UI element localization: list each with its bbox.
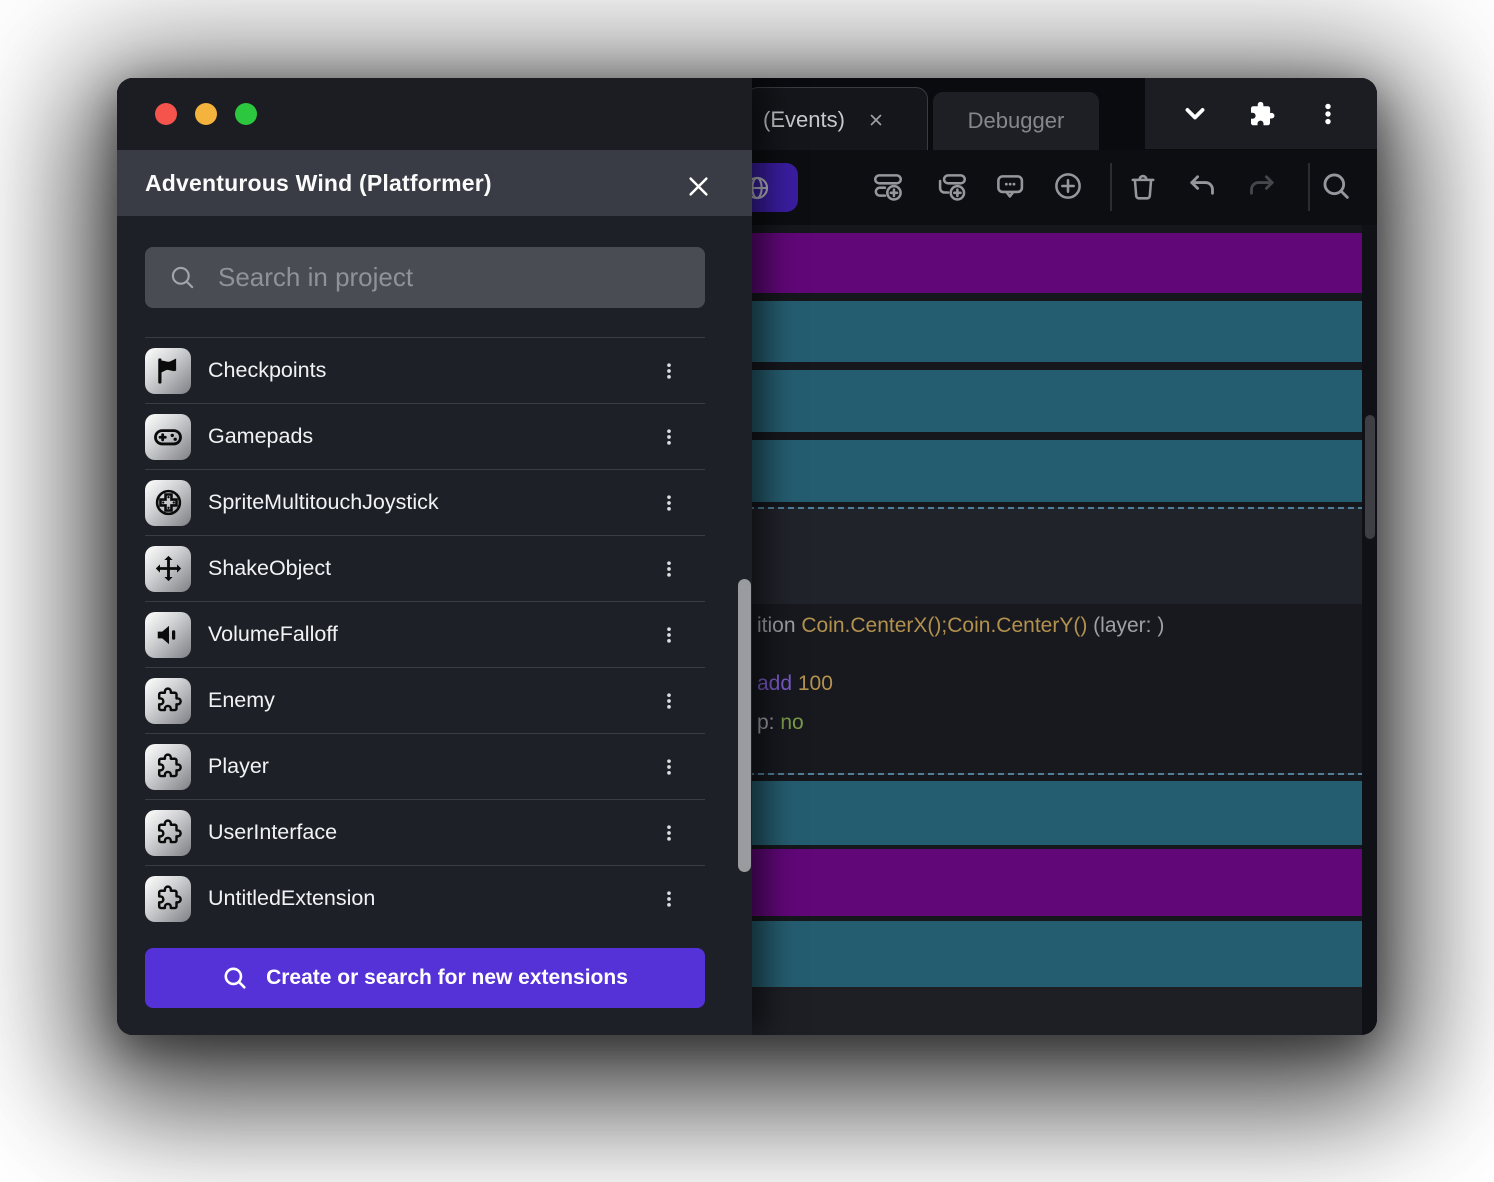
kebab-menu-icon[interactable] — [659, 755, 679, 779]
kebab-menu-icon[interactable] — [659, 887, 679, 911]
traffic-lights — [155, 103, 257, 125]
redo-icon[interactable] — [1245, 169, 1279, 203]
zoom-window-button[interactable] — [235, 103, 257, 125]
selected-event-block[interactable]: ition Coin.CenterX();Coin.CenterY() (lay… — [748, 507, 1364, 775]
toolbar-divider — [1308, 163, 1310, 211]
search-placeholder: Search in project — [218, 262, 413, 293]
event-actions-area: ition Coin.CenterX();Coin.CenterY() (lay… — [750, 604, 1362, 773]
drawer-header: Adventurous Wind (Platformer) — [117, 150, 752, 216]
extension-row[interactable]: Enemy — [145, 667, 705, 733]
kebab-menu-icon[interactable] — [659, 821, 679, 845]
project-title: Adventurous Wind (Platformer) — [145, 170, 492, 197]
extension-name: Player — [208, 754, 269, 779]
kebab-menu-icon[interactable] — [659, 425, 679, 449]
close-icon[interactable] — [867, 111, 885, 129]
add-comment-icon[interactable] — [993, 169, 1027, 203]
create-extension-button-label: Create or search for new extensions — [266, 966, 628, 990]
events-scrollbar-thumb[interactable] — [1365, 415, 1375, 539]
toolbar-divider — [1110, 163, 1112, 211]
drawer-titlebar — [117, 78, 752, 150]
chevron-down-icon[interactable] — [1178, 97, 1212, 131]
tab-debugger[interactable]: Debugger — [933, 92, 1099, 150]
extension-name: Gamepads — [208, 424, 313, 449]
events-rows: ition Coin.CenterX();Coin.CenterY() (lay… — [752, 225, 1362, 1035]
drawer-scrollbar-thumb[interactable] — [738, 579, 751, 872]
event-row-purple[interactable] — [752, 233, 1362, 293]
event-row-teal[interactable] — [752, 301, 1362, 362]
extension-name: Checkpoints — [208, 358, 326, 383]
flag-icon — [145, 348, 191, 394]
extension-row[interactable]: ShakeObject — [145, 535, 705, 601]
minimize-window-button[interactable] — [195, 103, 217, 125]
event-row-teal[interactable] — [752, 781, 1362, 845]
extensions-puzzle-icon[interactable] — [1244, 97, 1278, 131]
puzzle-outline-icon — [145, 810, 191, 856]
extension-row[interactable]: Player — [145, 733, 705, 799]
extension-row[interactable]: Checkpoints — [145, 337, 705, 403]
extension-name: SpriteMultitouchJoystick — [208, 490, 439, 515]
tab-events[interactable]: (Events) — [746, 87, 928, 151]
extension-row[interactable]: SpriteMultitouchJoystick — [145, 469, 705, 535]
events-scrollbar-track[interactable] — [1362, 225, 1377, 1035]
event-row-teal[interactable] — [752, 370, 1362, 432]
kebab-menu-icon[interactable] — [1311, 97, 1345, 131]
event-row-teal[interactable] — [752, 440, 1362, 502]
undo-icon[interactable] — [1185, 169, 1219, 203]
search-input[interactable]: Search in project — [145, 247, 705, 308]
extension-row[interactable]: VolumeFalloff — [145, 601, 705, 667]
extension-name: VolumeFalloff — [208, 622, 338, 647]
kebab-menu-icon[interactable] — [659, 557, 679, 581]
event-action-position-line: ition Coin.CenterX();Coin.CenterY() (lay… — [757, 612, 1164, 640]
app-window: (Events) Debugger — [117, 78, 1377, 1035]
add-event-icon[interactable] — [871, 169, 905, 203]
search-icon — [169, 264, 196, 291]
kebab-menu-icon[interactable] — [659, 491, 679, 515]
search-icon[interactable] — [1319, 169, 1353, 203]
extension-name: ShakeObject — [208, 556, 331, 581]
gamepad-icon — [145, 414, 191, 460]
puzzle-outline-icon — [145, 744, 191, 790]
close-window-button[interactable] — [155, 103, 177, 125]
extension-row[interactable]: UserInterface — [145, 799, 705, 865]
speaker-icon — [145, 612, 191, 658]
add-subevent-icon[interactable] — [935, 169, 969, 203]
extension-name: UserInterface — [208, 820, 337, 845]
trash-icon[interactable] — [1126, 169, 1160, 203]
kebab-menu-icon[interactable] — [659, 623, 679, 647]
extension-name: Enemy — [208, 688, 275, 713]
kebab-menu-icon[interactable] — [659, 689, 679, 713]
extension-row[interactable]: UntitledExtension — [145, 865, 705, 931]
add-circle-icon[interactable] — [1051, 169, 1085, 203]
extension-row[interactable]: Gamepads — [145, 403, 705, 469]
tab-debugger-label: Debugger — [968, 108, 1065, 134]
event-row-teal[interactable] — [752, 921, 1362, 987]
extension-name: UntitledExtension — [208, 886, 375, 911]
event-action-add-line: add 100 — [757, 670, 833, 698]
event-action-loop-line: p: no — [757, 709, 804, 737]
tab-events-label: (Events) — [763, 107, 845, 133]
puzzle-outline-icon — [145, 678, 191, 724]
create-extension-button[interactable]: Create or search for new extensions — [145, 948, 705, 1008]
project-manager-drawer: Adventurous Wind (Platformer) Search in … — [117, 78, 752, 1035]
joystick-icon — [145, 480, 191, 526]
move-arrows-icon — [145, 546, 191, 592]
puzzle-outline-icon — [145, 876, 191, 922]
close-icon[interactable] — [683, 171, 713, 201]
kebab-menu-icon[interactable] — [659, 359, 679, 383]
event-row-purple[interactable] — [752, 849, 1362, 916]
window-controls — [1145, 78, 1377, 149]
search-icon — [222, 965, 248, 991]
